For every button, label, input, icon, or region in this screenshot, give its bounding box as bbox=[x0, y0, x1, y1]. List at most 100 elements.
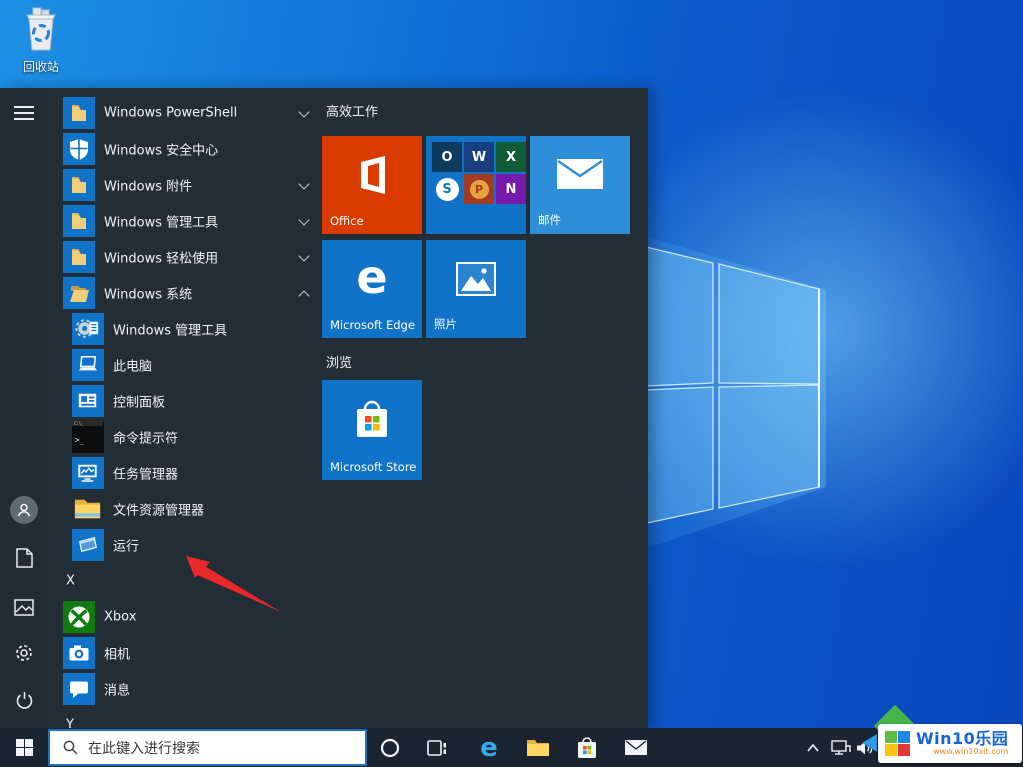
folder-icon bbox=[63, 97, 95, 129]
tile-group-title: 浏览 bbox=[326, 356, 353, 371]
app-item-windows-ease-of-access[interactable]: Windows 轻松使用 bbox=[48, 239, 324, 275]
outlook-icon[interactable]: O bbox=[432, 142, 462, 172]
mail-icon bbox=[625, 739, 647, 755]
app-item-windows-accessories[interactable]: Windows 附件 bbox=[48, 167, 324, 203]
app-label: Windows 系统 bbox=[104, 287, 193, 303]
app-label: 命令提示符 bbox=[113, 431, 179, 447]
taskbar-file-explorer-button[interactable] bbox=[516, 728, 560, 767]
document-icon bbox=[15, 548, 33, 568]
user-icon bbox=[17, 503, 31, 517]
app-item-run[interactable]: 运行 bbox=[48, 527, 324, 563]
app-item-camera[interactable]: 相机 bbox=[48, 635, 324, 671]
user-account-button[interactable] bbox=[10, 496, 38, 524]
tray-network-button[interactable] bbox=[828, 728, 854, 767]
start-button[interactable] bbox=[0, 728, 48, 767]
chevron-down-icon[interactable] bbox=[298, 214, 310, 226]
app-item-windows-admin-tools-folder[interactable]: Windows 管理工具 bbox=[48, 203, 324, 239]
app-label: Windows 轻松使用 bbox=[104, 251, 219, 267]
edge-icon: e bbox=[344, 250, 400, 311]
skype-icon[interactable]: S bbox=[432, 174, 462, 204]
app-label: Windows 附件 bbox=[104, 179, 193, 195]
svg-text:e: e bbox=[480, 734, 498, 762]
app-item-this-pc[interactable]: 此电脑 bbox=[48, 347, 324, 383]
app-label: 运行 bbox=[113, 539, 140, 555]
taskbar-search-box[interactable]: 在此键入进行搜索 bbox=[48, 729, 367, 766]
cortana-icon bbox=[380, 738, 400, 757]
store-icon bbox=[352, 399, 392, 445]
hamburger-icon bbox=[14, 106, 34, 120]
app-item-windows-security[interactable]: Windows 安全中心 bbox=[48, 131, 324, 167]
tile-microsoft-edge[interactable]: e Microsoft Edge bbox=[322, 240, 422, 338]
mail-icon bbox=[557, 159, 603, 195]
chevron-down-icon[interactable] bbox=[298, 178, 310, 190]
run-icon bbox=[72, 529, 104, 561]
cortana-button[interactable] bbox=[368, 728, 412, 767]
chevron-down-icon[interactable] bbox=[298, 250, 310, 262]
svg-text:e: e bbox=[356, 251, 387, 304]
file-explorer-icon bbox=[527, 739, 549, 756]
tile-photos[interactable]: 照片 bbox=[426, 240, 526, 338]
tile-mail[interactable]: 邮件 bbox=[530, 136, 630, 234]
watermark-title: Win10乐园 bbox=[916, 729, 1009, 748]
task-view-icon bbox=[427, 739, 446, 756]
store-icon bbox=[578, 736, 596, 758]
watermark-logo: Win10乐园 www.win10xit.com bbox=[878, 724, 1022, 763]
taskbar-mail-button[interactable] bbox=[614, 728, 658, 767]
app-item-task-manager[interactable]: 任务管理器 bbox=[48, 455, 324, 491]
file-explorer-icon bbox=[72, 493, 104, 525]
power-button[interactable] bbox=[12, 688, 36, 712]
documents-button[interactable] bbox=[12, 546, 36, 570]
pictures-button[interactable] bbox=[12, 595, 36, 619]
network-icon bbox=[831, 739, 851, 755]
power-icon bbox=[16, 691, 32, 709]
app-label: 文件资源管理器 bbox=[113, 503, 205, 519]
app-label: 任务管理器 bbox=[113, 467, 179, 483]
recycle-bin-icon bbox=[26, 7, 56, 51]
control-panel-icon bbox=[72, 385, 104, 417]
start-menu-tiles: 高效工作 Office O W X S P N 邮件 e Microsoft E… bbox=[322, 88, 648, 728]
xbox-icon bbox=[63, 601, 95, 633]
app-label: 相机 bbox=[104, 647, 131, 663]
word-icon[interactable]: W bbox=[464, 142, 494, 172]
start-menu-panel: Windows PowerShell Windows 安全中心 Windows … bbox=[0, 88, 648, 728]
expand-menu-button[interactable] bbox=[12, 101, 36, 125]
start-menu-app-list: Windows PowerShell Windows 安全中心 Windows … bbox=[48, 95, 324, 728]
admin-tools-icon bbox=[72, 313, 104, 345]
tile-label: 照片 bbox=[434, 317, 457, 331]
tile-office-apps[interactable]: O W X S P N bbox=[426, 136, 526, 234]
section-letter: Y bbox=[66, 717, 74, 729]
settings-button[interactable] bbox=[12, 641, 36, 665]
tray-show-hidden-icons-button[interactable] bbox=[800, 728, 826, 767]
excel-icon[interactable]: X bbox=[496, 142, 526, 172]
taskbar-store-button[interactable] bbox=[565, 728, 609, 767]
chevron-up-icon bbox=[807, 743, 819, 752]
tile-microsoft-store[interactable]: Microsoft Store bbox=[322, 380, 422, 480]
app-item-file-explorer[interactable]: 文件资源管理器 bbox=[48, 491, 324, 527]
app-item-messaging[interactable]: 消息 bbox=[48, 671, 324, 707]
app-item-windows-admin-tools[interactable]: Windows 管理工具 bbox=[48, 311, 324, 347]
gear-icon bbox=[16, 645, 32, 661]
recycle-bin-desktop-icon[interactable]: 回收站 bbox=[8, 6, 74, 75]
tile-office[interactable]: Office bbox=[322, 136, 422, 234]
app-item-windows-system[interactable]: Windows 系统 bbox=[48, 275, 324, 311]
chevron-down-icon[interactable] bbox=[298, 106, 310, 118]
shield-icon bbox=[63, 133, 95, 165]
app-label: Xbox bbox=[104, 609, 137, 625]
app-item-command-prompt[interactable]: C:\_ >_ 命令提示符 bbox=[48, 419, 324, 455]
watermark-url: www.win10xit.com bbox=[933, 747, 1009, 756]
powerpoint-icon[interactable]: P bbox=[464, 174, 494, 204]
edge-icon: e bbox=[480, 734, 498, 762]
chevron-up-icon[interactable] bbox=[298, 290, 310, 302]
app-item-control-panel[interactable]: 控制面板 bbox=[48, 383, 324, 419]
task-manager-icon bbox=[72, 457, 104, 489]
app-item-xbox[interactable]: Xbox bbox=[48, 599, 324, 635]
app-item-windows-powershell[interactable]: Windows PowerShell bbox=[48, 95, 324, 131]
svg-text:>_: >_ bbox=[75, 435, 85, 444]
office-icon bbox=[351, 153, 393, 201]
pictures-icon bbox=[14, 598, 34, 616]
folder-icon bbox=[63, 241, 95, 273]
task-view-button[interactable] bbox=[415, 728, 459, 767]
recycle-bin-label: 回收站 bbox=[22, 60, 59, 74]
onenote-icon[interactable]: N bbox=[496, 174, 526, 204]
taskbar-edge-button[interactable]: e bbox=[467, 728, 511, 767]
